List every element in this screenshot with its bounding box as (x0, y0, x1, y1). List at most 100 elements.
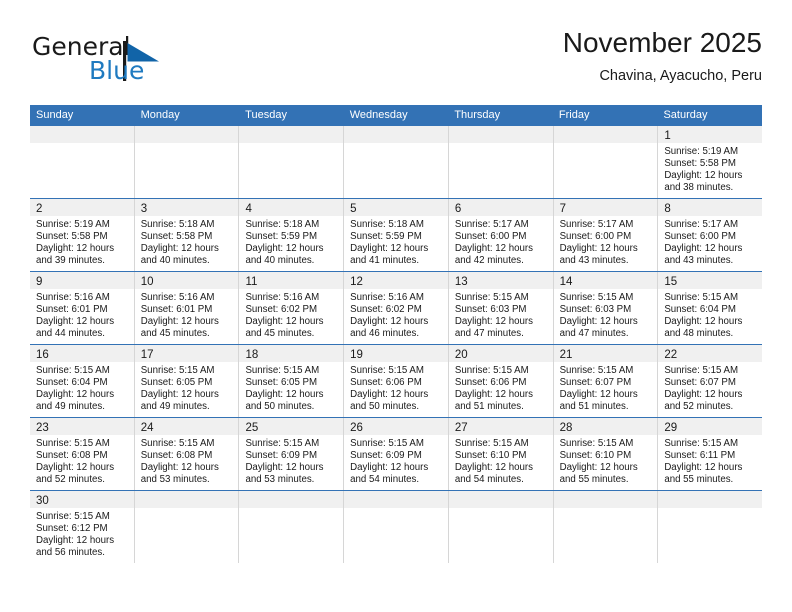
day-cell-15[interactable]: 15 Sunrise: 5:15 AM Sunset: 6:04 PM Dayligh… (658, 272, 763, 344)
day-detail-line: Sunrise: 5:15 AM (664, 365, 739, 376)
day-cell-23[interactable]: 23 Sunrise: 5:15 AM Sunset: 6:08 PM Dayligh… (30, 418, 135, 490)
day-cell-1[interactable]: 1 Sunrise: 5:19 AM Sunset: 5:58 PM Daylight… (658, 126, 763, 198)
day-detail-line: Sunrise: 5:17 AM (454, 219, 529, 230)
day-number: 6 (454, 203, 462, 215)
calendar-week-row: 9 Sunrise: 5:16 AM Sunset: 6:01 PM Daylight… (30, 272, 763, 345)
day-detail-line: Sunrise: 5:16 AM (140, 292, 215, 303)
day-detail-line: and 55 minutes. (559, 473, 629, 485)
day-detail-line: Sunset: 6:03 PM (454, 303, 527, 315)
calendar-week-row: 16 Sunrise: 5:15 AM Sunset: 6:04 PM Dayligh… (30, 345, 763, 418)
day-cell-empty (344, 126, 449, 198)
day-detail-line: Sunset: 6:02 PM (350, 303, 422, 315)
day-detail-line: Sunset: 6:05 PM (140, 376, 213, 388)
day-details (30, 143, 134, 146)
day-cell-19[interactable]: 19 Sunrise: 5:15 AM Sunset: 6:06 PM Dayligh… (344, 345, 449, 417)
day-detail-line: Daylight: 12 hours (245, 242, 324, 254)
day-number-band: 12 (344, 272, 448, 289)
day-number: 3 (140, 203, 148, 215)
day-detail-line: and 47 minutes. (559, 327, 629, 339)
day-number: 12 (350, 276, 363, 288)
day-detail-line: Sunrise: 5:15 AM (140, 365, 215, 376)
day-detail-line: Sunset: 5:58 PM (664, 157, 736, 169)
day-details: Sunrise: 5:15 AM Sunset: 6:05 PM Daylight:… (239, 362, 343, 413)
day-detail-line: and 44 minutes. (36, 327, 105, 339)
day-cell-16[interactable]: 16 Sunrise: 5:15 AM Sunset: 6:04 PM Dayligh… (30, 345, 135, 417)
day-detail-line: Sunset: 6:10 PM (559, 449, 632, 461)
day-cell-30[interactable]: 30 Sunrise: 5:15 AM Sunset: 6:12 PM Dayligh… (30, 491, 135, 563)
day-number-band: 21 (553, 345, 658, 362)
day-cell-21[interactable]: 21 Sunrise: 5:15 AM Sunset: 6:07 PM Dayligh… (553, 345, 659, 417)
day-cell-7[interactable]: 7 Sunrise: 5:17 AM Sunset: 6:00 PM Daylight… (553, 199, 659, 271)
day-detail-line: Sunset: 6:07 PM (664, 376, 736, 388)
day-number: 10 (140, 276, 154, 288)
day-detail-line: Daylight: 12 hours (454, 461, 533, 473)
day-detail-line: and 54 minutes. (454, 473, 524, 485)
day-detail-line: Daylight: 12 hours (559, 242, 638, 254)
day-number-band (30, 126, 134, 143)
day-cell-12[interactable]: 12 Sunrise: 5:16 AM Sunset: 6:02 PM Dayligh… (344, 272, 449, 344)
page-title: November 2025 (562, 27, 762, 58)
day-detail-line: and 50 minutes. (245, 400, 315, 412)
day-detail-line: Sunset: 6:08 PM (140, 449, 213, 461)
day-number: 4 (245, 203, 252, 215)
day-details (554, 508, 658, 511)
day-details (344, 508, 448, 511)
day-details (344, 143, 448, 146)
day-detail-line: Daylight: 12 hours (350, 315, 429, 327)
page-header: General Blue November 2025 Chavina, Ayac… (30, 26, 762, 98)
day-details (239, 508, 343, 511)
calendar-page: General Blue November 2025 Chavina, Ayac… (0, 0, 792, 612)
day-cell-28[interactable]: 28 Sunrise: 5:15 AM Sunset: 6:10 PM Dayligh… (553, 418, 659, 490)
day-number: 29 (664, 422, 678, 434)
day-number: 7 (559, 203, 566, 215)
day-cell-4[interactable]: 4 Sunrise: 5:18 AM Sunset: 5:59 PM Daylight… (239, 199, 345, 271)
day-details: Sunrise: 5:15 AM Sunset: 6:10 PM Daylight:… (554, 435, 658, 486)
day-detail-line: and 49 minutes. (36, 400, 105, 412)
day-detail-line: and 40 minutes. (245, 254, 315, 266)
day-cell-22[interactable]: 22 Sunrise: 5:15 AM Sunset: 6:07 PM Dayligh… (658, 345, 763, 417)
day-detail-line: Sunrise: 5:15 AM (350, 438, 424, 449)
day-detail-line: Sunset: 5:59 PM (245, 230, 318, 242)
day-details: Sunrise: 5:19 AM Sunset: 5:58 PM Daylight:… (658, 143, 762, 194)
day-detail-line: Daylight: 12 hours (454, 388, 533, 400)
weekday-header-row: Sunday Monday Tuesday Wednesday Thursday Frid… (30, 105, 762, 126)
day-cell-8[interactable]: 8 Sunrise: 5:17 AM Sunset: 6:00 PM Daylight… (658, 199, 763, 271)
brand-logo[interactable]: General Blue (30, 32, 260, 94)
day-cell-26[interactable]: 26 Sunrise: 5:15 AM Sunset: 6:09 PM Dayligh… (344, 418, 449, 490)
day-number-band: 26 (344, 418, 448, 435)
day-cell-10[interactable]: 10 Sunrise: 5:16 AM Sunset: 6:01 PM Dayligh… (134, 272, 240, 344)
day-number: 15 (664, 276, 678, 288)
day-cell-2[interactable]: 2 Sunrise: 5:19 AM Sunset: 5:58 PM Daylight… (30, 199, 135, 271)
day-number: 28 (559, 422, 573, 434)
day-details (239, 143, 343, 146)
day-detail-line: and 43 minutes. (559, 254, 629, 266)
day-cell-18[interactable]: 18 Sunrise: 5:15 AM Sunset: 6:05 PM Dayligh… (239, 345, 345, 417)
day-cell-6[interactable]: 6 Sunrise: 5:17 AM Sunset: 6:00 PM Daylight… (448, 199, 554, 271)
day-cell-3[interactable]: 3 Sunrise: 5:18 AM Sunset: 5:58 PM Daylight… (134, 199, 240, 271)
day-cell-11[interactable]: 11 Sunrise: 5:16 AM Sunset: 6:02 PM Dayligh… (239, 272, 345, 344)
day-number: 20 (454, 349, 468, 361)
day-cell-25[interactable]: 25 Sunrise: 5:15 AM Sunset: 6:09 PM Dayligh… (239, 418, 345, 490)
day-number-band (553, 126, 658, 143)
day-cell-empty (30, 126, 135, 198)
day-detail-line: and 42 minutes. (454, 254, 524, 266)
day-detail-line: Daylight: 12 hours (350, 242, 429, 254)
day-cell-29[interactable]: 29 Sunrise: 5:15 AM Sunset: 6:11 PM Dayligh… (658, 418, 763, 490)
day-number: 14 (559, 276, 573, 288)
day-detail-line: Daylight: 12 hours (454, 315, 533, 327)
day-cell-9[interactable]: 9 Sunrise: 5:16 AM Sunset: 6:01 PM Daylight… (30, 272, 135, 344)
day-cell-27[interactable]: 27 Sunrise: 5:15 AM Sunset: 6:10 PM Dayligh… (448, 418, 554, 490)
day-number: 11 (245, 276, 258, 288)
day-cell-5[interactable]: 5 Sunrise: 5:18 AM Sunset: 5:59 PM Daylight… (344, 199, 449, 271)
day-details: Sunrise: 5:15 AM Sunset: 6:09 PM Daylight:… (239, 435, 343, 486)
day-cell-24[interactable]: 24 Sunrise: 5:15 AM Sunset: 6:08 PM Dayligh… (134, 418, 240, 490)
day-cell-20[interactable]: 20 Sunrise: 5:15 AM Sunset: 6:06 PM Dayligh… (448, 345, 554, 417)
day-detail-line: Sunrise: 5:17 AM (559, 219, 634, 230)
day-number-band: 16 (30, 345, 134, 362)
day-details (658, 508, 762, 511)
day-cell-17[interactable]: 17 Sunrise: 5:15 AM Sunset: 6:05 PM Dayligh… (134, 345, 240, 417)
day-detail-line: Sunrise: 5:15 AM (245, 438, 320, 449)
day-number: 9 (36, 276, 43, 288)
day-cell-13[interactable]: 13 Sunrise: 5:15 AM Sunset: 6:03 PM Dayligh… (448, 272, 554, 344)
day-cell-14[interactable]: 14 Sunrise: 5:15 AM Sunset: 6:03 PM Dayligh… (553, 272, 659, 344)
